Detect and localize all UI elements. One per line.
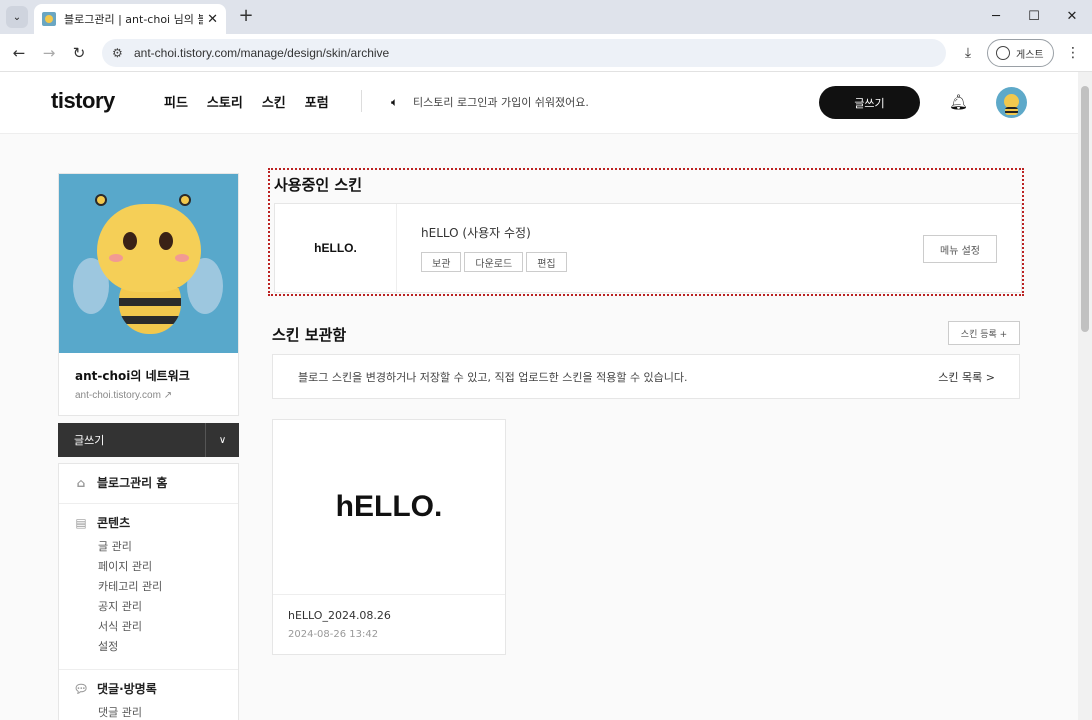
external-link-icon[interactable]: ↗ <box>164 390 172 401</box>
stored-skin-card[interactable]: hELLO. hELLO_2024.08.26 2024-08-26 13:42 <box>272 419 506 655</box>
sidebar-item-label: 댓글·방명록 <box>97 682 157 696</box>
profile-icon <box>996 46 1010 60</box>
current-skin-card: hELLO. hELLO (사용자 수정) 보관 다운로드 편집 메뉴 설정 <box>274 203 1022 293</box>
site-header: tistory 피드 스토리 스킨 포럼 🔈︎ 티스토리 로그인과 가입이 쉬워… <box>0 72 1078 134</box>
address-bar[interactable]: ⚙ ant-choi.tistory.com/manage/design/ski… <box>102 39 946 67</box>
sidebar-item-label: 블로그관리 홈 <box>97 476 168 490</box>
notice-banner[interactable]: 🔈︎ 티스토리 로그인과 가입이 쉬워졌어요. <box>391 94 589 110</box>
sidebar-menu: ⌂ 블로그관리 홈 ▤ 콘텐츠 글 관리 페이지 관리 카테고리 관리 공지 관… <box>58 463 239 720</box>
back-icon[interactable]: ← <box>8 42 30 64</box>
menu-group-comments: 💬︎ 댓글·방명록 댓글 관리 <box>59 670 238 720</box>
archive-button[interactable]: 보관 <box>421 252 462 272</box>
notice-text: 티스토리 로그인과 가입이 쉬워졌어요. <box>413 96 589 109</box>
download-button[interactable]: 다운로드 <box>464 252 524 272</box>
register-skin-button[interactable]: 스킨 등록 + <box>948 321 1020 345</box>
profile-button[interactable]: 게스트 <box>987 39 1054 67</box>
bee-cheek-right <box>175 254 189 262</box>
tistory-logo[interactable]: tistory <box>51 88 115 114</box>
more-icon[interactable]: ⋮ <box>1066 42 1080 64</box>
menu-group-home: ⌂ 블로그관리 홈 <box>59 464 238 504</box>
stored-skin-date: 2024-08-26 13:42 <box>288 629 379 640</box>
nav-forum[interactable]: 포럼 <box>305 92 329 111</box>
bee-eye-left <box>123 232 137 250</box>
sidebar-item-notices[interactable]: 공지 관리 <box>98 597 224 617</box>
comment-icon: 💬︎ <box>73 681 89 696</box>
close-window-icon[interactable]: ✕ <box>1060 6 1084 28</box>
page-scrollbar[interactable] <box>1078 72 1092 720</box>
avatar-body <box>1005 107 1018 115</box>
nav-divider <box>361 90 362 112</box>
bee-antenna-left <box>95 194 107 206</box>
url-text[interactable]: ant-choi.tistory.com/manage/design/skin/… <box>134 46 389 60</box>
nav-story[interactable]: 스토리 <box>207 92 243 111</box>
sidebar-item-categories[interactable]: 카테고리 관리 <box>98 577 224 597</box>
blog-url-text[interactable]: ant-choi.tistory.com <box>75 390 161 401</box>
sidebar-item-label: 콘텐츠 <box>97 516 131 530</box>
contents-submenu: 글 관리 페이지 관리 카테고리 관리 공지 관리 서식 관리 설정 <box>73 537 224 657</box>
speaker-icon: 🔈︎ <box>391 94 399 109</box>
avatar[interactable] <box>996 87 1027 118</box>
bee-head <box>97 204 201 292</box>
sidebar-item-home[interactable]: ⌂ 블로그관리 홈 <box>73 474 224 491</box>
sidebar-item-comments[interactable]: 💬︎ 댓글·방명록 <box>73 680 224 697</box>
page-viewport: tistory 피드 스토리 스킨 포럼 🔈︎ 티스토리 로그인과 가입이 쉬워… <box>0 72 1078 720</box>
bee-eye-right <box>159 232 173 250</box>
current-skin-thumbnail: hELLO. <box>275 204 397 292</box>
bell-icon[interactable]: 🔔︎ <box>949 93 968 111</box>
browser-toolbar: ← → ↻ ⚙ ant-choi.tistory.com/manage/desi… <box>0 34 1092 72</box>
current-skin-title: 사용중인 스킨 <box>274 176 363 194</box>
document-icon: ▤ <box>75 515 87 530</box>
comments-submenu: 댓글 관리 <box>73 703 224 720</box>
blog-name[interactable]: ant-choi의 네트워크 <box>59 353 238 384</box>
skin-storage-title: 스킨 보관함 <box>272 326 347 344</box>
skin-list-link[interactable]: 스킨 목록 > <box>938 369 995 385</box>
nav-feed[interactable]: 피드 <box>164 92 188 111</box>
edit-button[interactable]: 편집 <box>526 252 567 272</box>
sidebar-write-button[interactable]: 글쓰기 ∨ <box>58 423 239 457</box>
sidebar-item-settings[interactable]: 설정 <box>98 637 224 657</box>
chevron-down-icon[interactable]: ∨ <box>205 423 239 457</box>
bee-cheek-left <box>109 254 123 262</box>
bee-antenna-right <box>179 194 191 206</box>
blog-url[interactable]: ant-choi.tistory.com ↗ <box>59 384 238 415</box>
menu-setting-button[interactable]: 메뉴 설정 <box>923 235 997 263</box>
stored-skin-name: hELLO_2024.08.26 <box>288 609 391 622</box>
forward-icon[interactable]: → <box>38 42 60 64</box>
menu-group-contents: ▤ 콘텐츠 글 관리 페이지 관리 카테고리 관리 공지 관리 서식 관리 설정 <box>59 504 238 670</box>
write-button[interactable]: 글쓰기 <box>819 86 920 119</box>
current-skin-actions: 보관 다운로드 편집 <box>421 252 567 272</box>
current-skin-name: hELLO (사용자 수정) <box>421 226 531 240</box>
nav-skin[interactable]: 스킨 <box>262 92 286 111</box>
scrollbar-thumb[interactable] <box>1081 86 1089 332</box>
browser-tab[interactable]: 블로그관리 | ant-choi 님의 블로그 ✕ <box>34 4 226 34</box>
profile-label: 게스트 <box>1016 49 1044 61</box>
sidebar-item-posts[interactable]: 글 관리 <box>98 537 224 557</box>
minimize-icon[interactable]: ─ <box>984 6 1008 28</box>
sidebar-item-contents[interactable]: ▤ 콘텐츠 <box>73 514 224 531</box>
reload-icon[interactable]: ↻ <box>68 42 90 64</box>
sidebar-item-templates[interactable]: 서식 관리 <box>98 617 224 637</box>
sidebar: ant-choi의 네트워크 ant-choi.tistory.com ↗ 글쓰… <box>58 173 239 720</box>
stored-skin-preview[interactable]: hELLO. <box>273 420 505 595</box>
tab-title: 블로그관리 | ant-choi 님의 블로그 <box>64 13 204 26</box>
current-skin-section: 사용중인 스킨 hELLO. hELLO (사용자 수정) 보관 다운로드 편집… <box>268 168 1024 296</box>
home-icon: ⌂ <box>76 475 86 490</box>
skin-info-text: 블로그 스킨을 변경하거나 저장할 수 있고, 직접 업로드한 스킨을 적용할 … <box>298 370 688 384</box>
tab-search-icon[interactable]: ⌄ <box>6 6 28 28</box>
site-info-icon[interactable]: ⚙ <box>112 46 128 60</box>
tab-favicon-icon <box>42 12 56 26</box>
skin-info-bar: 블로그 스킨을 변경하거나 저장할 수 있고, 직접 업로드한 스킨을 적용할 … <box>272 354 1020 399</box>
sidebar-item-comment-manage[interactable]: 댓글 관리 <box>98 703 224 720</box>
global-nav: 피드 스토리 스킨 포럼 <box>164 92 348 111</box>
blog-profile-card: ant-choi의 네트워크 ant-choi.tistory.com ↗ <box>58 173 239 416</box>
sidebar-item-pages[interactable]: 페이지 관리 <box>98 557 224 577</box>
blog-profile-image[interactable] <box>59 174 238 353</box>
browser-tab-bar: ⌄ 블로그관리 | ant-choi 님의 블로그 ✕ + ─ ☐ ✕ <box>0 0 1092 34</box>
maximize-icon[interactable]: ☐ <box>1022 6 1046 28</box>
plus-icon[interactable]: + <box>236 7 256 27</box>
sidebar-write-label: 글쓰기 <box>74 434 105 447</box>
download-icon[interactable]: ⤓ <box>958 42 978 64</box>
close-icon[interactable]: ✕ <box>207 12 218 27</box>
